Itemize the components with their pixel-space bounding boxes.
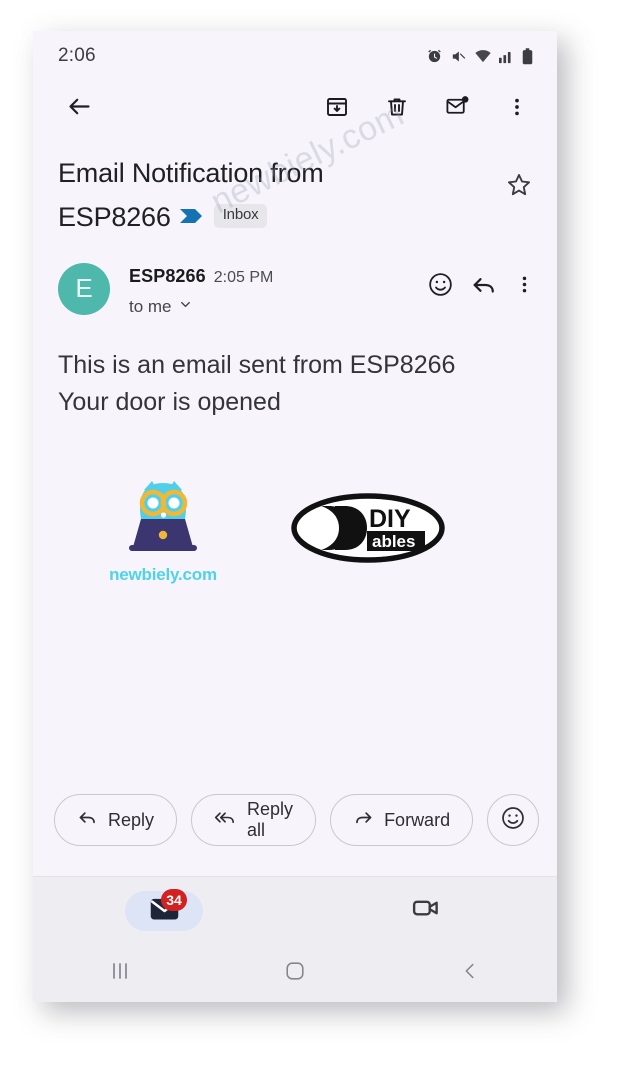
recents-button[interactable] [33,961,208,986]
archive-button[interactable] [315,87,359,131]
reply-all-label: Reply all [247,799,294,840]
reply-arrow-icon[interactable] [470,271,498,304]
email-subject: Email Notification from ESP8266 Inbox [58,151,324,241]
alarm-icon [426,48,443,65]
svg-text:DIY: DIY [369,505,411,533]
recents-icon [108,961,132,986]
newbiely-wordmark: newbiely.com [109,564,217,584]
sender-line-primary: ESP8266 2:05 PM [129,266,273,287]
mute-icon [450,48,467,65]
wifi-icon [474,48,492,64]
android-navigation-bar [33,944,557,1002]
toolbar-actions [315,87,539,131]
bottom-navigation: 34 [33,876,557,944]
nav-mail-tab[interactable]: 34 [33,877,295,944]
sender-meta: ESP8266 2:05 PM to me [129,263,273,317]
mail-unread-badge: 34 [161,888,187,911]
label-group: Inbox [179,194,268,238]
avatar[interactable]: E [58,262,110,315]
newbiely-owl-logo [129,480,197,551]
inbox-label-chip[interactable]: Inbox [213,204,268,228]
star-button[interactable] [505,151,533,204]
reply-button[interactable]: Reply [54,794,178,846]
subject-area: Email Notification from ESP8266 Inbox [33,137,557,241]
home-icon [284,960,306,987]
mark-unread-button[interactable] [435,87,479,131]
signal-icon [499,48,515,64]
sender-name[interactable]: ESP8266 [129,266,206,287]
video-camera-icon [411,893,441,928]
overflow-menu-button[interactable] [495,87,539,131]
nav-meet-tab[interactable] [295,877,557,944]
back-button[interactable] [57,87,101,131]
battery-icon [522,47,533,65]
star-outline-icon [505,174,533,203]
inbox-chevron-icon [179,194,205,238]
delete-button[interactable] [375,87,419,131]
recipient-label: to me [129,296,172,316]
archive-icon [325,95,349,124]
sender-row: E ESP8266 2:05 PM to me [33,241,557,317]
subject-line-1: Email Notification from [58,158,324,188]
status-time: 2:06 [58,45,96,66]
forward-icon [353,807,374,833]
svg-text:ables: ables [372,532,415,551]
back-icon [459,960,481,987]
page-root: 2:06 Email Notification from ESP8266 Inb… [0,0,623,1072]
forward-label: Forward [384,809,451,830]
reply-label: Reply [108,809,155,830]
reply-icon [77,807,98,833]
reply-all-button[interactable]: Reply all [191,794,317,846]
status-bar: 2:06 [33,31,557,81]
status-icon-group [426,47,533,65]
body-line-2: Your door is opened [58,387,281,416]
phone-screenshot: 2:06 Email Notification from ESP8266 Inb… [33,31,557,1002]
subject-line-2: ESP8266 [58,202,171,232]
emoji-smile-icon [500,805,526,836]
signature-logos: newbiely.com DIY ables [33,421,557,585]
email-toolbar [33,81,557,137]
forward-button[interactable]: Forward [330,794,474,846]
mail-tab-pill: 34 [125,888,203,931]
emoji-smile-icon[interactable] [427,271,454,303]
newbiely-logo: newbiely.com [103,477,223,585]
email-timestamp: 2:05 PM [213,268,274,286]
body-line-1: This is an email sent from ESP8266 [58,350,456,379]
more-vertical-icon [506,96,528,123]
reply-all-icon [214,807,237,833]
email-body: This is an email sent from ESP8266 Your … [33,317,557,421]
recipient-row[interactable]: to me [129,297,273,317]
diyables-logo: DIY ables [291,493,446,568]
home-button[interactable] [208,960,383,987]
trash-icon [385,95,409,124]
emoji-react-button[interactable] [487,794,540,846]
chevron-down-icon [178,297,193,317]
back-button-nav[interactable] [382,960,557,987]
message-overflow-icon[interactable] [514,274,535,300]
reply-actions-bar: Reply Reply all Forward [33,794,557,846]
mark-unread-icon [445,94,470,124]
back-arrow-icon [66,93,93,125]
message-actions [427,263,535,304]
